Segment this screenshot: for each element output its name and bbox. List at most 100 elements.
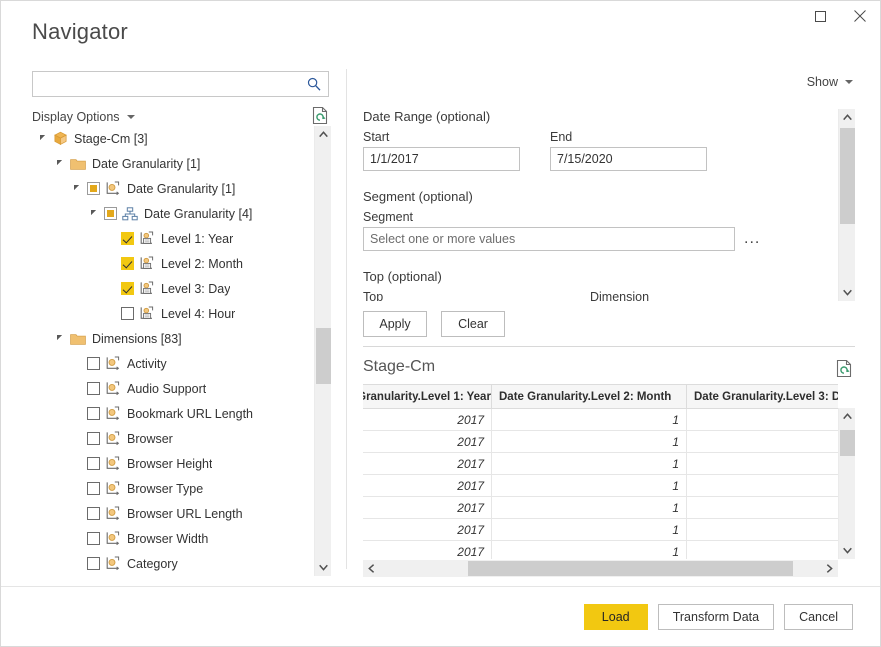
table-row[interactable]: 201711 — [363, 409, 838, 431]
tree-node-checkbox[interactable] — [87, 482, 100, 495]
tree-node-checkbox[interactable] — [87, 357, 100, 370]
cube-icon — [53, 131, 68, 146]
tree-node[interactable]: Audio Support — [32, 376, 314, 401]
search-box[interactable] — [32, 71, 329, 97]
tree-node[interactable]: Browser Type — [32, 476, 314, 501]
tree-node[interactable]: Activity — [32, 351, 314, 376]
tree-node[interactable]: Level 1: Year — [32, 226, 314, 251]
table-row[interactable]: 201715 — [363, 497, 838, 519]
table-cell: 1 — [492, 541, 687, 560]
grid-scroll-thumb[interactable] — [840, 430, 855, 456]
start-date-field-wrap: Start — [363, 130, 520, 171]
tree-node-checkbox[interactable] — [104, 207, 117, 220]
table-row[interactable]: 201714 — [363, 475, 838, 497]
clear-button[interactable]: Clear — [441, 311, 505, 337]
tree-node-checkbox[interactable] — [87, 432, 100, 445]
tree-node[interactable]: Browser Height — [32, 451, 314, 476]
table-cell: 1 — [492, 475, 687, 497]
table-column-header[interactable]: Date Granularity.Level 3: Day — [687, 385, 839, 409]
grid-hscroll-thumb[interactable] — [468, 561, 793, 576]
cancel-button[interactable]: Cancel — [784, 604, 853, 630]
tree-node[interactable]: Category — [32, 551, 314, 576]
close-icon[interactable] — [840, 1, 880, 31]
tree-node[interactable]: Browser — [32, 426, 314, 451]
display-options-button[interactable]: Display Options — [32, 110, 135, 124]
table-row[interactable]: 201716 — [363, 519, 838, 541]
preview-grid: Date Granularity.Level 1: YearDate Granu… — [363, 384, 855, 577]
tree-node-checkbox[interactable] — [121, 257, 134, 270]
end-date-input[interactable] — [550, 147, 707, 171]
tree-node-checkbox[interactable] — [87, 407, 100, 420]
table-row[interactable]: 201717 — [363, 541, 838, 560]
tree-node[interactable]: Date Granularity [1] — [32, 151, 314, 176]
scroll-down-arrow-icon[interactable] — [839, 542, 856, 559]
scroll-up-arrow-icon[interactable] — [839, 109, 856, 126]
options-vertical-scrollbar[interactable] — [838, 109, 855, 301]
start-date-input[interactable] — [363, 147, 520, 171]
tree-node[interactable]: Stage-Cm [3] — [32, 126, 314, 151]
load-button[interactable]: Load — [584, 604, 648, 630]
table-column-header[interactable]: Date Granularity.Level 2: Month — [492, 385, 687, 409]
scroll-right-arrow-icon[interactable] — [821, 560, 838, 577]
options-scroll-track[interactable] — [839, 126, 856, 284]
search-icon — [307, 77, 321, 96]
expand-collapse-icon[interactable] — [89, 207, 102, 220]
scroll-up-arrow-icon[interactable] — [839, 408, 856, 425]
tree-node[interactable]: Browser Width — [32, 526, 314, 551]
scroll-up-arrow-icon[interactable] — [315, 126, 332, 143]
refresh-preview-icon[interactable] — [836, 359, 853, 383]
top-field-wrap: Top — [363, 290, 560, 301]
tree-scroll-thumb[interactable] — [316, 328, 331, 384]
tree-node-checkbox[interactable] — [87, 457, 100, 470]
table-row[interactable]: 201712 — [363, 431, 838, 453]
expand-collapse-icon[interactable] — [55, 332, 68, 345]
segment-more-button[interactable]: ... — [744, 227, 760, 251]
table-body: 2017112017122017132017142017152017162017… — [363, 409, 838, 560]
options-scroll-thumb[interactable] — [840, 128, 855, 224]
table-cell: 7 — [687, 541, 839, 560]
apply-button[interactable]: Apply — [363, 311, 427, 337]
level-icon — [139, 306, 155, 321]
tree-node-checkbox[interactable] — [87, 532, 100, 545]
tree-node[interactable]: Date Granularity [4] — [32, 201, 314, 226]
tree-vertical-scrollbar[interactable] — [314, 126, 331, 576]
grid-horizontal-scrollbar[interactable] — [363, 560, 838, 577]
scroll-down-arrow-icon[interactable] — [315, 559, 332, 576]
tree-node-checkbox[interactable] — [87, 557, 100, 570]
scroll-left-arrow-icon[interactable] — [363, 560, 380, 577]
tree-node-checkbox[interactable] — [121, 232, 134, 245]
tree-scroll-track[interactable] — [315, 143, 332, 559]
tree-node[interactable]: Level 4: Hour — [32, 301, 314, 326]
tree-node[interactable]: Level 3: Day — [32, 276, 314, 301]
tree-node-label: Browser URL Length — [127, 507, 243, 521]
expand-collapse-icon[interactable] — [55, 157, 68, 170]
tree-node-checkbox[interactable] — [121, 307, 134, 320]
tree-indent-spacer — [72, 357, 85, 370]
expand-collapse-icon[interactable] — [72, 182, 85, 195]
tree-node[interactable]: Browser URL Length — [32, 501, 314, 526]
tree-node-checkbox[interactable] — [87, 382, 100, 395]
tree-node-label: Date Granularity [1] — [92, 157, 200, 171]
tree-node-checkbox[interactable] — [87, 182, 100, 195]
table-cell: 5 — [687, 497, 839, 519]
search-input[interactable] — [33, 72, 328, 96]
table-column-header[interactable]: Date Granularity.Level 1: Year — [363, 385, 492, 409]
table-cell: 2 — [687, 431, 839, 453]
tree-node-checkbox[interactable] — [121, 282, 134, 295]
table-row[interactable]: 201713 — [363, 453, 838, 475]
transform-data-button[interactable]: Transform Data — [658, 604, 774, 630]
tree-node[interactable]: Bookmark URL Length — [32, 401, 314, 426]
tree-node[interactable]: Date Granularity [1] — [32, 176, 314, 201]
tree-node-checkbox[interactable] — [87, 507, 100, 520]
tree-node[interactable]: Dimensions [83] — [32, 326, 314, 351]
scroll-down-arrow-icon[interactable] — [839, 284, 856, 301]
tree-node[interactable]: Level 2: Month — [32, 251, 314, 276]
grid-scroll-track[interactable] — [839, 425, 856, 542]
expand-collapse-icon[interactable] — [38, 132, 51, 145]
show-dropdown[interactable]: Show — [807, 75, 853, 89]
segment-input[interactable] — [363, 227, 735, 251]
object-tree: Stage-Cm [3]Date Granularity [1]Date Gra… — [32, 126, 332, 576]
maximize-icon[interactable] — [800, 1, 840, 31]
tree-indent-spacer — [72, 507, 85, 520]
grid-vertical-scrollbar[interactable] — [838, 408, 855, 559]
